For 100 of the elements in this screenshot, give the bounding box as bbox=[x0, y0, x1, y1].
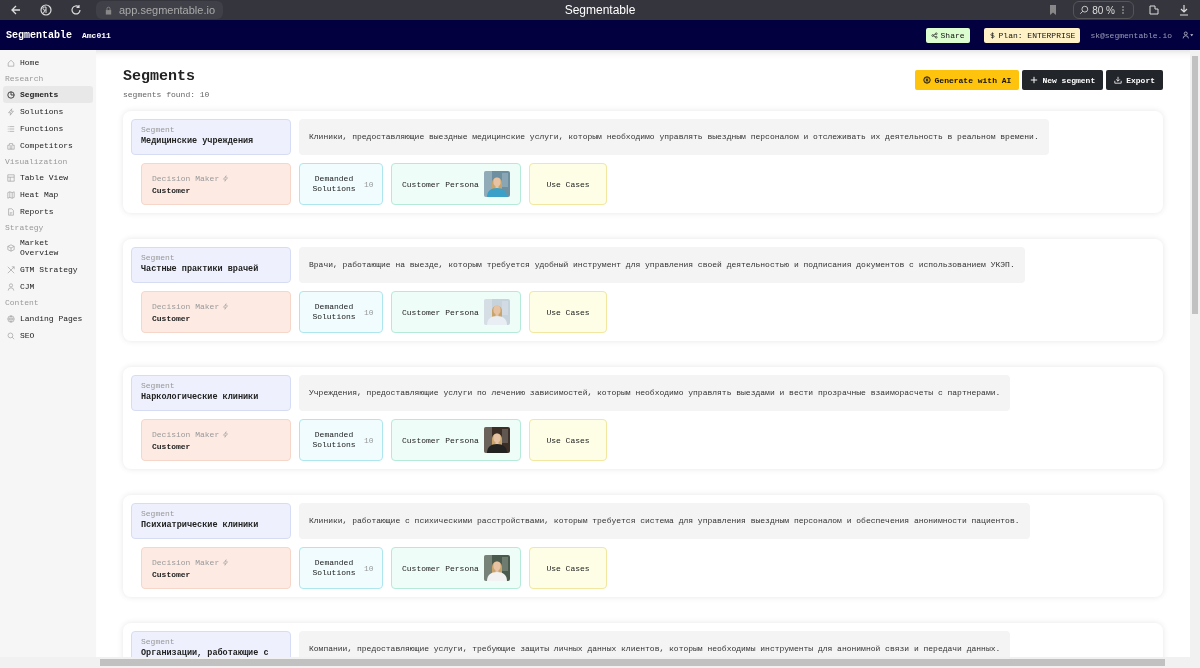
table-icon bbox=[7, 173, 15, 182]
segment-name: Медицинские учреждения bbox=[141, 136, 255, 146]
list-icon bbox=[7, 124, 15, 133]
use-cases-box[interactable]: Use Cases bbox=[529, 163, 607, 205]
plan-button[interactable]: Plan: ENTERPRISE bbox=[983, 27, 1081, 43]
cross-icon bbox=[7, 265, 15, 274]
customer-persona-label: Customer Persona bbox=[402, 307, 479, 317]
share-button[interactable]: Share bbox=[925, 27, 970, 43]
decision-maker-value: Customer bbox=[152, 569, 191, 579]
back-icon[interactable] bbox=[10, 4, 22, 16]
sidebar-section-label: Content bbox=[4, 297, 40, 309]
customer-persona-box[interactable]: Customer Persona bbox=[391, 419, 521, 461]
segment-card[interactable] bbox=[123, 495, 1163, 597]
browser-logo-icon[interactable] bbox=[40, 4, 52, 16]
sidebar-item[interactable]: Market Overview bbox=[3, 235, 93, 261]
app-logo[interactable]: Segmentable bbox=[6, 29, 72, 41]
decision-maker-box[interactable]: Decision Maker Customer bbox=[141, 163, 291, 205]
bolt-icon bbox=[222, 430, 230, 438]
sidebar-item[interactable]: Landing Pages bbox=[3, 310, 93, 327]
customer-persona-box[interactable]: Customer Persona bbox=[391, 547, 521, 589]
decision-maker-label: Decision Maker bbox=[152, 173, 220, 183]
sidebar-item[interactable]: Reports bbox=[3, 203, 93, 220]
user-menu-icon[interactable] bbox=[1182, 31, 1194, 39]
user-email: sk@segmentable.io bbox=[1090, 30, 1172, 40]
bolt-icon bbox=[222, 558, 230, 566]
sidebar-item[interactable]: Heat Map bbox=[3, 186, 93, 203]
segment-description: Врачи, работающие на выезде, которым требуется удобный инструмент для управления своей деятельностью и подписания документов с использованием УКЭП. bbox=[299, 247, 1025, 283]
segment-description: Клиники, работающие с психическими расстройствами, которым требуется система для управления выездным персоналом и обеспечения анонимности пациентов. bbox=[299, 503, 1030, 539]
decision-maker-value: Customer bbox=[152, 185, 191, 195]
decision-maker-value: Customer bbox=[152, 441, 191, 451]
segment-name-box[interactable]: Segment Медицинские учреждения bbox=[131, 119, 291, 155]
bolt-icon bbox=[222, 174, 230, 182]
plus-icon bbox=[1030, 76, 1039, 84]
sidebar-section-label: Strategy bbox=[4, 222, 45, 234]
bolt-icon bbox=[222, 302, 230, 310]
globe-icon bbox=[7, 314, 15, 323]
use-cases-box[interactable]: Use Cases bbox=[529, 291, 607, 333]
new-segment-button[interactable]: New segment bbox=[1022, 70, 1104, 90]
segment-caption: Segment bbox=[141, 509, 176, 518]
sidebar-item[interactable]: Home bbox=[3, 54, 93, 71]
search-icon bbox=[7, 331, 15, 340]
segment-description: Учреждения, предоставляющие услуги по лечению зависимостей, которым необходимо управлять выездами и вести прозрачные взаиморасчеты с партнерами. bbox=[299, 375, 1011, 411]
sidebar-item[interactable]: Segments bbox=[3, 86, 93, 103]
sidebar-item[interactable]: Functions bbox=[3, 120, 93, 137]
decision-maker-label: Decision Maker bbox=[152, 429, 220, 439]
page-title: Segmentable bbox=[564, 3, 636, 17]
segment-name: Психиатрические клиники bbox=[141, 520, 260, 530]
segment-name-box[interactable]: Segment Наркологические клиники bbox=[131, 375, 291, 411]
reload-icon[interactable] bbox=[70, 4, 82, 16]
segment-name-box[interactable]: Segment Психиатрические клиники bbox=[131, 503, 291, 539]
demanded-solutions-box[interactable]: Demanded Solutions 10 bbox=[299, 547, 383, 589]
segment-card[interactable]: Segment Организации, работающие с Компании, предоставляющие услуги, требующие защиты личных данных клиентов, которым необходимы инструменты для анонимной связи и передачи данных. bbox=[123, 623, 1163, 657]
address-bar[interactable]: app.segmentable.io bbox=[96, 1, 223, 19]
sidebar-item[interactable]: SEO bbox=[3, 327, 93, 344]
sidebar-item[interactable]: Competitors bbox=[3, 137, 93, 154]
download-icon[interactable] bbox=[1178, 4, 1190, 16]
demanded-solutions-box[interactable]: Demanded Solutions 10 bbox=[299, 419, 383, 461]
zoom-control[interactable]: 80 % bbox=[1073, 1, 1134, 19]
workspace-name: Amc011 bbox=[82, 30, 111, 40]
user-icon bbox=[7, 282, 15, 291]
home-icon bbox=[7, 58, 15, 67]
sidebar-item[interactable]: GTM Strategy bbox=[3, 261, 93, 278]
extensions-icon[interactable] bbox=[1148, 4, 1160, 16]
solutions-count: 10 bbox=[364, 307, 374, 317]
decision-maker-box[interactable]: Decision Maker Customer bbox=[141, 291, 291, 333]
segment-name-box[interactable]: Segment Частные практики врачей bbox=[131, 247, 291, 283]
sidebar-section-label: Visualization bbox=[4, 156, 69, 168]
use-cases-box[interactable]: Use Cases bbox=[529, 547, 607, 589]
demanded-solutions-label: Demanded Solutions bbox=[311, 174, 357, 194]
segment-card[interactable] bbox=[123, 239, 1163, 341]
use-cases-box[interactable]: Use Cases bbox=[529, 419, 607, 461]
segment-description: Клиники, предоставляющие выездные медицинские услуги, которым необходимо управлять выездным персоналом и отслеживать их деятельность в реальном времени. bbox=[299, 119, 1049, 155]
segment-card[interactable] bbox=[123, 367, 1163, 469]
customer-persona-box[interactable]: Customer Persona bbox=[391, 163, 521, 205]
segment-card[interactable] bbox=[123, 111, 1163, 213]
sidebar-item[interactable]: Table View bbox=[3, 169, 93, 186]
vertical-scrollbar[interactable] bbox=[1190, 50, 1200, 657]
export-button[interactable]: Export bbox=[1106, 70, 1163, 90]
solutions-count: 10 bbox=[364, 179, 374, 189]
doc-icon bbox=[7, 207, 15, 216]
building-icon bbox=[7, 141, 15, 150]
sidebar-item[interactable]: CJM bbox=[3, 278, 93, 295]
zoom-icon bbox=[1079, 5, 1090, 15]
page-heading: Segments bbox=[123, 68, 196, 85]
generate-button[interactable]: Generate with AI bbox=[914, 70, 1020, 90]
bolt-icon bbox=[7, 107, 15, 116]
decision-maker-box[interactable]: Decision Maker Customer bbox=[141, 547, 291, 589]
demanded-solutions-box[interactable]: Demanded Solutions 10 bbox=[299, 163, 383, 205]
customer-persona-box[interactable]: Customer Persona bbox=[391, 291, 521, 333]
lock-icon bbox=[104, 5, 113, 15]
segment-description: Компании, предоставляющие услуги, требующие защиты личных данных клиентов, которым необходимы инструменты для анонимной связи и передачи данных. bbox=[299, 631, 1011, 657]
segment-name-box[interactable]: Segment Организации, работающие с bbox=[131, 631, 291, 657]
sidebar-item[interactable]: Solutions bbox=[3, 103, 93, 120]
demanded-solutions-box[interactable]: Demanded Solutions 10 bbox=[299, 291, 383, 333]
segment-caption: Segment bbox=[141, 637, 176, 646]
decision-maker-box[interactable]: Decision Maker Customer bbox=[141, 419, 291, 461]
horizontal-scrollbar[interactable] bbox=[0, 657, 1200, 668]
decision-maker-label: Decision Maker bbox=[152, 301, 220, 311]
share-icon bbox=[930, 31, 938, 39]
cube-icon bbox=[7, 244, 15, 252]
